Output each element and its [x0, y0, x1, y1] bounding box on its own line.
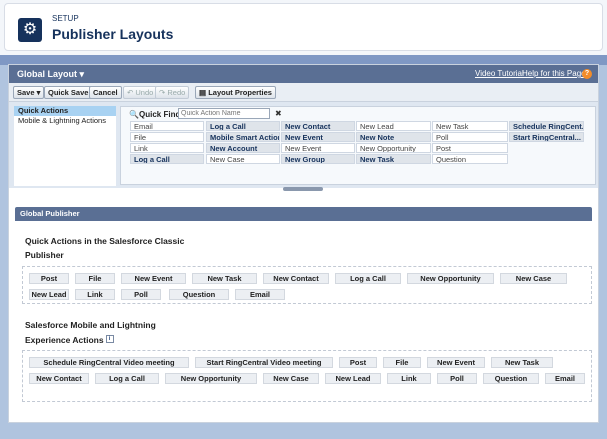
- action-chip[interactable]: Question: [169, 289, 229, 300]
- palette-item[interactable]: New Task: [356, 154, 431, 164]
- mobile-actions-dropzone[interactable]: Schedule RingCentral Video meeting Start …: [22, 350, 592, 402]
- palette-item[interactable]: New Event: [281, 143, 355, 153]
- action-chip[interactable]: New Case: [500, 273, 567, 284]
- info-icon[interactable]: i: [105, 335, 114, 343]
- clear-search-icon[interactable]: ✖: [275, 109, 282, 118]
- palette-item[interactable]: Email: [130, 121, 204, 131]
- layout-properties-label: Layout Properties: [208, 88, 272, 97]
- action-chip[interactable]: Email: [235, 289, 285, 300]
- classic-section-subtitle: Publisher: [25, 250, 64, 260]
- action-chip[interactable]: New Contact: [263, 273, 329, 284]
- action-chip[interactable]: Post: [339, 357, 377, 368]
- action-chip[interactable]: New Opportunity: [407, 273, 494, 284]
- palette-grid: 🔍 Quick Find ✖ EmailFileLinkLog a CallLo…: [120, 106, 596, 185]
- palette-item[interactable]: New Task: [432, 121, 508, 131]
- redo-icon: ↷: [159, 88, 166, 97]
- toolbar: Save ▾ Quick Save Cancel ↶ Undo ↷ Redo ▤…: [9, 83, 598, 102]
- palette-item[interactable]: Question: [432, 154, 508, 164]
- palette-item[interactable]: Link: [130, 143, 204, 153]
- palette-item[interactable]: Log a Call: [206, 121, 280, 131]
- quick-save-button[interactable]: Quick Save: [44, 86, 93, 99]
- action-chip[interactable]: New Task: [192, 273, 257, 284]
- action-chip[interactable]: Question: [483, 373, 539, 384]
- palette-item[interactable]: New Lead: [356, 121, 431, 131]
- action-chip[interactable]: New Lead: [325, 373, 381, 384]
- palette-item[interactable]: New Opportunity: [356, 143, 431, 153]
- search-icon: 🔍: [129, 110, 139, 119]
- quick-find-label: Quick Find: [139, 110, 181, 119]
- classic-actions-dropzone[interactable]: Post File New Event New Task New Contact Log …: [22, 266, 592, 304]
- layout-bar: Global Layout ▾ Video Tutorial Help for …: [9, 65, 598, 83]
- undo-button[interactable]: ↶ Undo: [123, 86, 158, 99]
- action-chip[interactable]: Poll: [437, 373, 477, 384]
- action-chip[interactable]: Email: [545, 373, 585, 384]
- action-chip[interactable]: Post: [29, 273, 69, 284]
- mobile-section-subtitle: Experience Actions i: [25, 335, 114, 345]
- action-chip[interactable]: Poll: [121, 289, 161, 300]
- palette-item[interactable]: Poll: [432, 132, 508, 142]
- action-chip[interactable]: New Lead: [29, 289, 69, 300]
- action-chip[interactable]: Log a Call: [335, 273, 401, 284]
- global-publisher-header: Global Publisher: [15, 207, 592, 221]
- palette-item[interactable]: Start RingCentral...: [509, 132, 584, 142]
- save-button[interactable]: Save ▾: [13, 86, 45, 99]
- action-chip[interactable]: New Case: [263, 373, 319, 384]
- setup-label: SETUP: [52, 14, 79, 23]
- palette-item[interactable]: New Group: [281, 154, 355, 164]
- page-header: ⚙ SETUP Publisher Layouts: [4, 3, 603, 51]
- action-chip[interactable]: New Task: [491, 357, 553, 368]
- palette-item[interactable]: New Case: [206, 154, 280, 164]
- action-chip[interactable]: Log a Call: [95, 373, 159, 384]
- palette-item[interactable]: File: [130, 132, 204, 142]
- layout-properties-button[interactable]: ▤ Layout Properties: [195, 86, 276, 99]
- palette-item[interactable]: New Contact: [281, 121, 355, 131]
- palette-item[interactable]: Log a Call: [130, 154, 204, 164]
- action-chip[interactable]: New Opportunity: [165, 373, 257, 384]
- category-quick-actions[interactable]: Quick Actions: [14, 106, 116, 116]
- mobile-section-subtitle-text: Experience Actions: [25, 335, 104, 345]
- action-chip[interactable]: Link: [387, 373, 431, 384]
- palette: Quick Actions Mobile & Lightning Actions…: [9, 102, 598, 188]
- palette-resize-handle[interactable]: [283, 187, 323, 191]
- gear-icon: ⚙: [18, 18, 42, 42]
- help-link[interactable]: Help for this Page: [522, 69, 586, 78]
- action-chip[interactable]: File: [383, 357, 421, 368]
- mobile-section-title: Salesforce Mobile and Lightning: [25, 320, 156, 330]
- palette-item[interactable]: New Event: [281, 132, 355, 142]
- action-chip[interactable]: File: [75, 273, 115, 284]
- action-chip[interactable]: Link: [75, 289, 115, 300]
- palette-item[interactable]: Mobile Smart Action: [206, 132, 280, 142]
- redo-button[interactable]: ↷ Redo: [155, 86, 190, 99]
- action-chip[interactable]: New Event: [121, 273, 186, 284]
- cancel-button[interactable]: Cancel: [89, 86, 122, 99]
- palette-item[interactable]: Schedule RingCent...: [509, 121, 584, 131]
- palette-categories: Quick Actions Mobile & Lightning Actions: [14, 106, 116, 186]
- classic-section-title: Quick Actions in the Salesforce Classic: [25, 236, 185, 246]
- palette-item[interactable]: New Note: [356, 132, 431, 142]
- layout-editor: Global Layout ▾ Video Tutorial Help for …: [8, 64, 599, 423]
- undo-icon: ↶: [127, 88, 134, 97]
- category-mobile-lightning-actions[interactable]: Mobile & Lightning Actions: [14, 116, 116, 126]
- layout-selector[interactable]: Global Layout ▾: [17, 69, 84, 80]
- action-chip[interactable]: Schedule RingCentral Video meeting: [29, 357, 189, 368]
- page-title: Publisher Layouts: [52, 26, 174, 42]
- properties-icon: ▤: [199, 88, 207, 97]
- redo-label: Redo: [167, 88, 186, 97]
- action-chip[interactable]: New Event: [427, 357, 485, 368]
- quick-find-input[interactable]: [178, 108, 270, 119]
- action-chip[interactable]: Start RingCentral Video meeting: [195, 357, 333, 368]
- help-icon[interactable]: ?: [582, 69, 592, 79]
- palette-item[interactable]: Post: [432, 143, 508, 153]
- undo-label: Undo: [135, 88, 154, 97]
- palette-item[interactable]: New Account: [206, 143, 280, 153]
- action-chip[interactable]: New Contact: [29, 373, 89, 384]
- video-tutorial-link[interactable]: Video Tutorial: [475, 69, 524, 78]
